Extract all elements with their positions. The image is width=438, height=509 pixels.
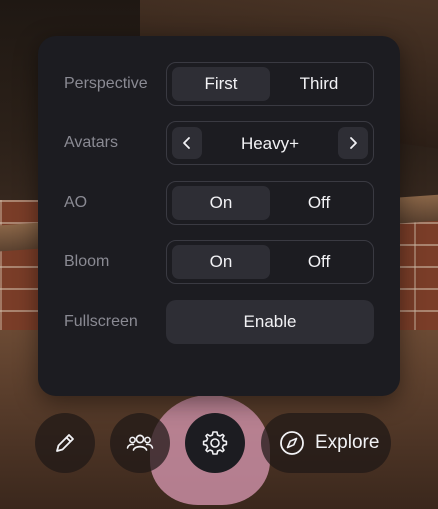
fullscreen-label: Fullscreen <box>64 313 138 330</box>
ao-toggle: On Off <box>166 181 374 225</box>
people-button[interactable] <box>110 413 170 473</box>
chevron-right-icon <box>350 137 357 149</box>
ao-on-option[interactable]: On <box>172 186 270 220</box>
gear-icon <box>202 431 228 455</box>
bloom-on-option[interactable]: On <box>172 245 270 279</box>
avatars-row: Avatars Heavy+ <box>38 121 400 165</box>
fullscreen-enable-button[interactable]: Enable <box>166 300 374 344</box>
chevron-left-icon <box>183 137 190 149</box>
avatars-next-button[interactable] <box>338 127 368 159</box>
fullscreen-row: Fullscreen Enable <box>38 300 400 344</box>
avatars-prev-button[interactable] <box>172 127 202 159</box>
settings-panel: Perspective First Third Avatars Heavy+ A… <box>38 36 400 396</box>
avatars-value: Heavy+ <box>240 134 300 153</box>
ao-label: AO <box>64 194 88 211</box>
people-icon <box>126 434 154 451</box>
perspective-row: Perspective First Third <box>38 62 400 106</box>
bloom-row: Bloom On Off <box>38 240 400 284</box>
settings-button[interactable] <box>185 413 245 473</box>
perspective-toggle: First Third <box>166 62 374 106</box>
explore-button[interactable]: Explore <box>261 413 391 473</box>
ao-row: AO On Off <box>38 181 400 225</box>
bloom-label: Bloom <box>64 253 110 270</box>
avatars-selector: Heavy+ <box>166 121 374 165</box>
compass-icon <box>280 431 304 455</box>
perspective-first-option[interactable]: First <box>172 67 270 101</box>
avatars-label: Avatars <box>64 134 118 151</box>
edit-button[interactable] <box>35 413 95 473</box>
bloom-toggle: On Off <box>166 240 374 284</box>
explore-label: Explore <box>315 432 380 453</box>
ao-off-option[interactable]: Off <box>270 186 368 220</box>
bloom-off-option[interactable]: Off <box>270 245 368 279</box>
perspective-label: Perspective <box>64 75 148 92</box>
pencil-icon <box>56 434 74 452</box>
perspective-third-option[interactable]: Third <box>270 67 368 101</box>
